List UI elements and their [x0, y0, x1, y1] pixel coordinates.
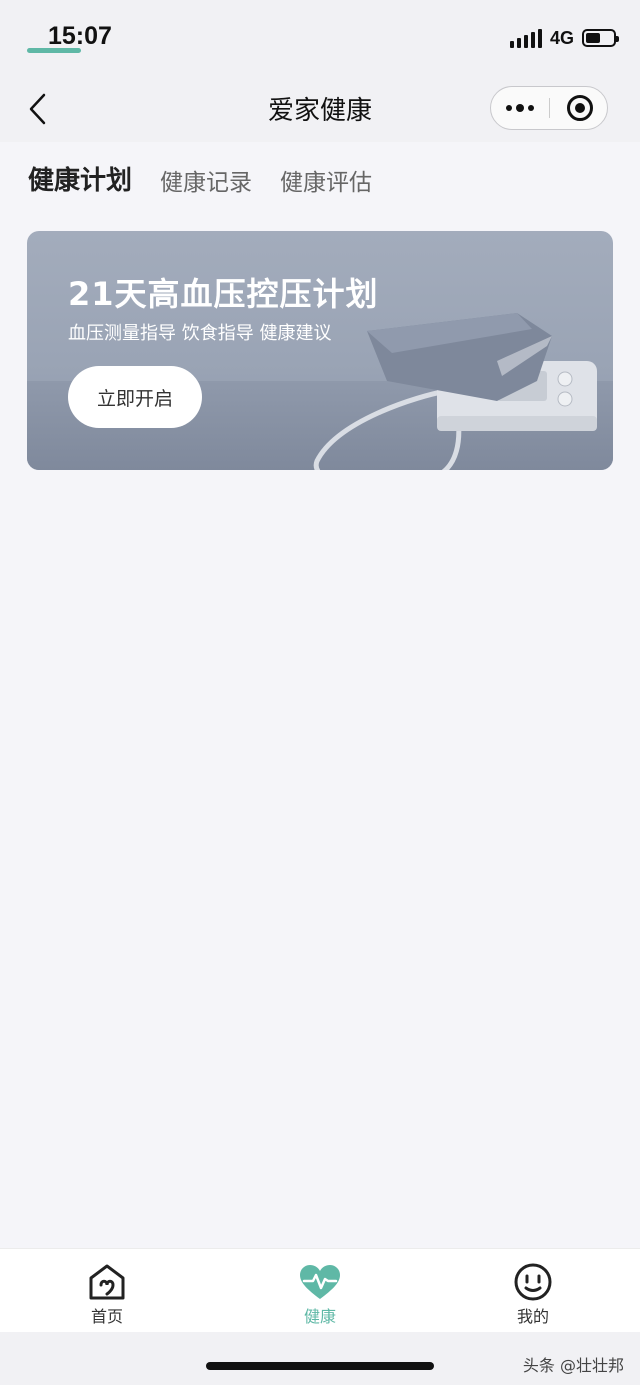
start-now-button[interactable]: 立即开启: [68, 366, 202, 428]
tab-health-assessment[interactable]: 健康评估: [280, 163, 372, 197]
tabbar-label-home: 首页: [90, 1307, 123, 1326]
status-bar: 15:07 4G: [0, 0, 640, 76]
smiley-icon: [514, 1263, 552, 1301]
home-icon: [89, 1264, 125, 1300]
tabbar-label-health: 健康: [303, 1307, 336, 1326]
banner-title: 21天高血压控压计划: [68, 275, 379, 313]
network-type: 4G: [549, 27, 574, 48]
tabbar-item-home[interactable]: 首页: [67, 1263, 147, 1327]
status-time: 15:07: [48, 22, 112, 50]
tab-health-plan[interactable]: 健康计划: [28, 160, 132, 197]
battery-level: [586, 33, 601, 43]
home-indicator[interactable]: [206, 1362, 434, 1370]
tab-health-records[interactable]: 健康记录: [160, 163, 252, 197]
plan-banner[interactable]: 21天高血压控压计划 血压测量指导 饮食指导 健康建议 立即开启: [27, 231, 613, 470]
more-dots-icon: [506, 104, 512, 111]
tabbar-item-health[interactable]: 健康: [280, 1263, 360, 1327]
blood-pressure-monitor-image: [313, 313, 597, 470]
nav-bar: 爱家健康: [0, 76, 640, 142]
active-tab-indicator: [27, 48, 81, 53]
close-mini-program-icon[interactable]: [567, 95, 593, 121]
signal-icon: [509, 28, 542, 48]
tabbar-label-mine: 我的: [516, 1307, 549, 1326]
battery-icon: [582, 29, 619, 47]
bottom-tab-bar: 首页 健康 我的: [0, 1248, 640, 1332]
watermark: 头条 @壮壮邦: [522, 1356, 624, 1375]
heartbeat-icon: [300, 1265, 340, 1299]
banner-subtitle: 血压测量指导 饮食指导 健康建议: [68, 323, 332, 344]
tabbar-item-mine[interactable]: 我的: [493, 1263, 573, 1327]
home-indicator-area: 头条 @壮壮邦: [0, 1332, 640, 1385]
more-button[interactable]: [491, 87, 549, 128]
capsule-divider: [549, 98, 550, 118]
mini-program-capsule: [490, 86, 608, 130]
tab-bar-top: 健康计划 健康记录 健康评估: [28, 160, 372, 197]
status-indicators: 4G: [509, 26, 619, 50]
